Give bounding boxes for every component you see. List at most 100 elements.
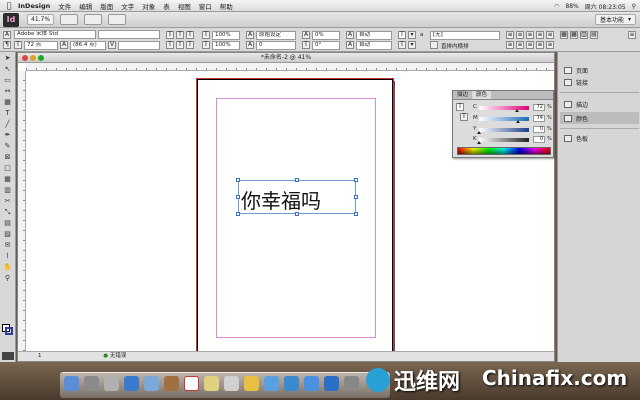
aki-after-field[interactable]: 自动 bbox=[356, 41, 392, 50]
panel-stroke-swatch[interactable]: T bbox=[460, 113, 468, 121]
zoom-level[interactable]: 41.7% bbox=[27, 14, 55, 25]
preview-icon[interactable] bbox=[264, 376, 279, 391]
baseline-grid-icon[interactable]: ▦ bbox=[570, 31, 578, 39]
frame-handle[interactable] bbox=[354, 178, 358, 182]
direct-selection-tool-icon[interactable]: ↖ bbox=[2, 64, 14, 74]
document-title-bar[interactable]: *未命名-2 @ 41% bbox=[18, 53, 554, 63]
horizontal-ruler[interactable] bbox=[26, 63, 554, 71]
eyedropper-tool-icon[interactable]: ⌇ bbox=[2, 251, 14, 261]
menu-view[interactable]: 视图 bbox=[178, 1, 191, 11]
indent-left-icon[interactable]: ≡ bbox=[526, 41, 534, 49]
stroke-swatch[interactable] bbox=[5, 327, 13, 335]
page-number-field[interactable]: 1 bbox=[38, 353, 42, 359]
cyan-slider[interactable]: C 72 % bbox=[473, 104, 553, 112]
gradient-tool-icon[interactable]: ▤ bbox=[2, 218, 14, 228]
black-knob[interactable] bbox=[477, 141, 481, 144]
app-store-icon[interactable] bbox=[324, 376, 339, 391]
frame-handle[interactable] bbox=[236, 195, 240, 199]
cyan-value[interactable]: 72 bbox=[533, 104, 545, 111]
note-tool-icon[interactable]: ✉ bbox=[2, 240, 14, 250]
align-right-icon[interactable]: ≡ bbox=[526, 31, 534, 39]
panel-fill-swatch[interactable]: T bbox=[456, 103, 464, 111]
zoom-tool-icon[interactable]: ⚲ bbox=[2, 273, 14, 283]
menu-type[interactable]: 文字 bbox=[121, 1, 134, 11]
grid-align-icon[interactable]: ▦ bbox=[560, 31, 568, 39]
close-window-icon[interactable] bbox=[22, 55, 28, 61]
spotlight-icon[interactable]: ⚲ bbox=[632, 3, 636, 10]
frame-handle[interactable] bbox=[295, 178, 299, 182]
all-caps-icon[interactable]: T bbox=[166, 31, 174, 39]
system-preferences-icon[interactable] bbox=[344, 376, 359, 391]
tab-color[interactable]: 颜色 bbox=[472, 91, 492, 99]
dock-swatches[interactable]: 色板 bbox=[560, 132, 639, 144]
magenta-slider[interactable]: M 74 % bbox=[473, 115, 553, 123]
strikethrough-icon[interactable]: T bbox=[186, 41, 194, 49]
free-transform-tool-icon[interactable]: ⤡ bbox=[2, 207, 14, 217]
selection-tool-icon[interactable]: ➤ bbox=[2, 53, 14, 63]
subscript-icon[interactable]: T bbox=[176, 41, 184, 49]
font-style-field[interactable] bbox=[98, 30, 160, 39]
vertical-scale-field[interactable]: 100% bbox=[212, 31, 240, 40]
menu-file[interactable]: 文件 bbox=[58, 1, 71, 11]
hand-tool-icon[interactable]: ✋ bbox=[2, 262, 14, 272]
pencil-tool-icon[interactable]: ✎ bbox=[2, 141, 14, 151]
justify-left-icon[interactable]: ≡ bbox=[536, 31, 544, 39]
frame-handle[interactable] bbox=[354, 212, 358, 216]
tate-chu-yoko-checkbox[interactable] bbox=[430, 41, 438, 49]
tracking-field[interactable]: 0 bbox=[256, 41, 296, 50]
pen-tool-icon[interactable]: ✒ bbox=[2, 130, 14, 140]
contacts-icon[interactable] bbox=[164, 376, 179, 391]
mission-control-icon[interactable] bbox=[104, 376, 119, 391]
apple-icon[interactable]:  bbox=[0, 1, 18, 10]
panel-menu-icon[interactable]: ≡ bbox=[628, 31, 636, 39]
finder-icon[interactable] bbox=[64, 376, 79, 391]
frame-handle[interactable] bbox=[236, 212, 240, 216]
frame-text[interactable]: 你幸福吗 bbox=[241, 185, 321, 214]
content-collector-icon[interactable]: ▦ bbox=[2, 97, 14, 107]
cyan-bar[interactable] bbox=[479, 106, 529, 110]
tracking-select[interactable] bbox=[118, 41, 160, 50]
align-center-icon[interactable]: ≡ bbox=[516, 31, 524, 39]
screen-mode-button[interactable] bbox=[84, 14, 103, 25]
dock-pages[interactable]: 页面 bbox=[560, 64, 639, 76]
menu-edit[interactable]: 编辑 bbox=[79, 1, 92, 11]
color-spectrum[interactable] bbox=[457, 147, 551, 155]
view-options-button[interactable] bbox=[60, 14, 79, 25]
rectangle-frame-tool-icon[interactable]: ⊠ bbox=[2, 152, 14, 162]
skew-field[interactable]: 0° bbox=[312, 41, 340, 50]
aki-before-field[interactable]: 自动 bbox=[356, 31, 392, 40]
menu-help[interactable]: 帮助 bbox=[220, 1, 233, 11]
battery-text[interactable]: 88% bbox=[565, 3, 578, 10]
scissors-tool-icon[interactable]: ✂ bbox=[2, 196, 14, 206]
stickies-icon[interactable] bbox=[244, 376, 259, 391]
columns-icon[interactable]: ▥ bbox=[580, 31, 588, 39]
superscript-icon[interactable]: T bbox=[186, 31, 194, 39]
line-tool-icon[interactable]: ╱ bbox=[2, 119, 14, 129]
launchpad-icon[interactable] bbox=[84, 376, 99, 391]
font-family-field[interactable]: Adobe 宋体 Std bbox=[14, 30, 96, 39]
menu-table[interactable]: 表 bbox=[163, 1, 170, 11]
align-spine-icon[interactable]: ≡ bbox=[516, 41, 524, 49]
dock-links[interactable]: 链接 bbox=[560, 76, 639, 88]
menu-object[interactable]: 对象 bbox=[142, 1, 155, 11]
calendar-icon[interactable] bbox=[184, 376, 199, 391]
yellow-slider[interactable]: Y 0 % bbox=[473, 126, 553, 134]
yellow-bar[interactable] bbox=[479, 128, 529, 132]
tsume-field[interactable]: 0% bbox=[312, 31, 340, 40]
dock-stroke[interactable]: 描边 bbox=[560, 98, 639, 110]
horizontal-scale-field[interactable]: 100% bbox=[212, 41, 240, 50]
wifi-icon[interactable]: ◠ bbox=[554, 3, 559, 10]
zoom-window-icon[interactable] bbox=[38, 55, 44, 61]
justify-center-icon[interactable]: ≡ bbox=[546, 31, 554, 39]
workspace-switcher[interactable]: 基本功能 ▾ bbox=[594, 14, 636, 25]
preflight-status[interactable]: 无错误 bbox=[110, 353, 127, 359]
yellow-knob[interactable] bbox=[477, 131, 481, 134]
document-page[interactable]: 你幸福吗 bbox=[196, 78, 394, 357]
magenta-bar[interactable] bbox=[479, 117, 529, 121]
text-frame[interactable]: 你幸福吗 bbox=[236, 178, 358, 216]
stroke-swatch-icon[interactable]: T bbox=[398, 41, 406, 49]
small-caps-icon[interactable]: T bbox=[176, 31, 184, 39]
frame-handle[interactable] bbox=[236, 178, 240, 182]
frame-handle[interactable] bbox=[354, 195, 358, 199]
type-tool-icon[interactable]: T bbox=[2, 108, 14, 118]
